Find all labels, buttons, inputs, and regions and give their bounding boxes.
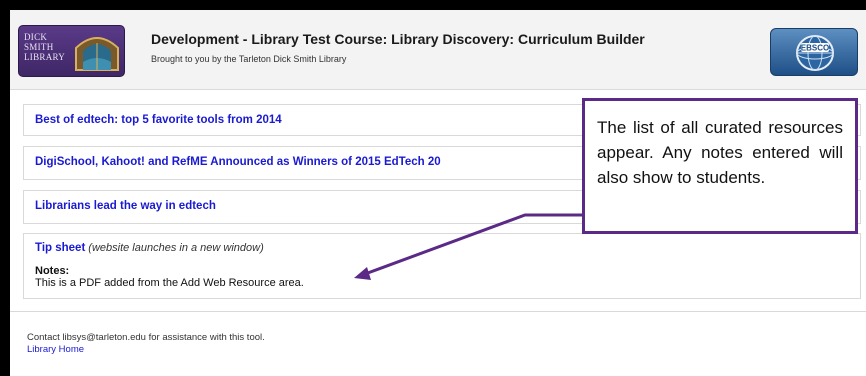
resource-link[interactable]: DigiSchool, Kahoot! and RefME Announced … — [35, 156, 441, 168]
annotation-callout: The list of all curated resources appear… — [582, 98, 858, 234]
page-title: Development - Library Test Course: Libra… — [151, 31, 645, 47]
resource-link-row: Tip sheet (website launches in a new wind… — [35, 242, 264, 254]
page-header: DICK SMITH LIBRARY Development - Library… — [10, 10, 866, 90]
library-logo-text: DICK SMITH LIBRARY — [24, 32, 66, 62]
notes-label: Notes: — [35, 265, 70, 277]
page-frame: DICK SMITH LIBRARY Development - Library… — [10, 10, 866, 376]
resource-link-note: (website launches in a new window) — [88, 242, 264, 254]
page-footer: Contact libsys@tarleton.edu for assistan… — [27, 332, 265, 356]
callout-text: The list of all curated resources appear… — [597, 118, 843, 187]
ebsco-logo[interactable]: EBSCO — [770, 28, 858, 76]
resource-link[interactable]: Tip sheet — [35, 242, 85, 254]
notes-text: This is a PDF added from the Add Web Res… — [35, 277, 304, 289]
page-subtitle: Brought to you by the Tarleton Dick Smit… — [151, 54, 347, 64]
resource-link[interactable]: Best of edtech: top 5 favorite tools fro… — [35, 114, 282, 126]
library-arch-icon — [75, 37, 119, 71]
contact-text: Contact libsys@tarleton.edu for assistan… — [27, 332, 265, 343]
library-home-link[interactable]: Library Home — [27, 344, 265, 356]
resource-item: Tip sheet (website launches in a new wind… — [23, 233, 861, 299]
resource-link[interactable]: Librarians lead the way in edtech — [35, 200, 216, 212]
ebsco-globe-icon: EBSCO — [796, 35, 834, 71]
ebsco-logo-text: EBSCO — [801, 44, 829, 53]
footer-divider — [10, 311, 866, 312]
library-logo[interactable]: DICK SMITH LIBRARY — [18, 25, 125, 77]
